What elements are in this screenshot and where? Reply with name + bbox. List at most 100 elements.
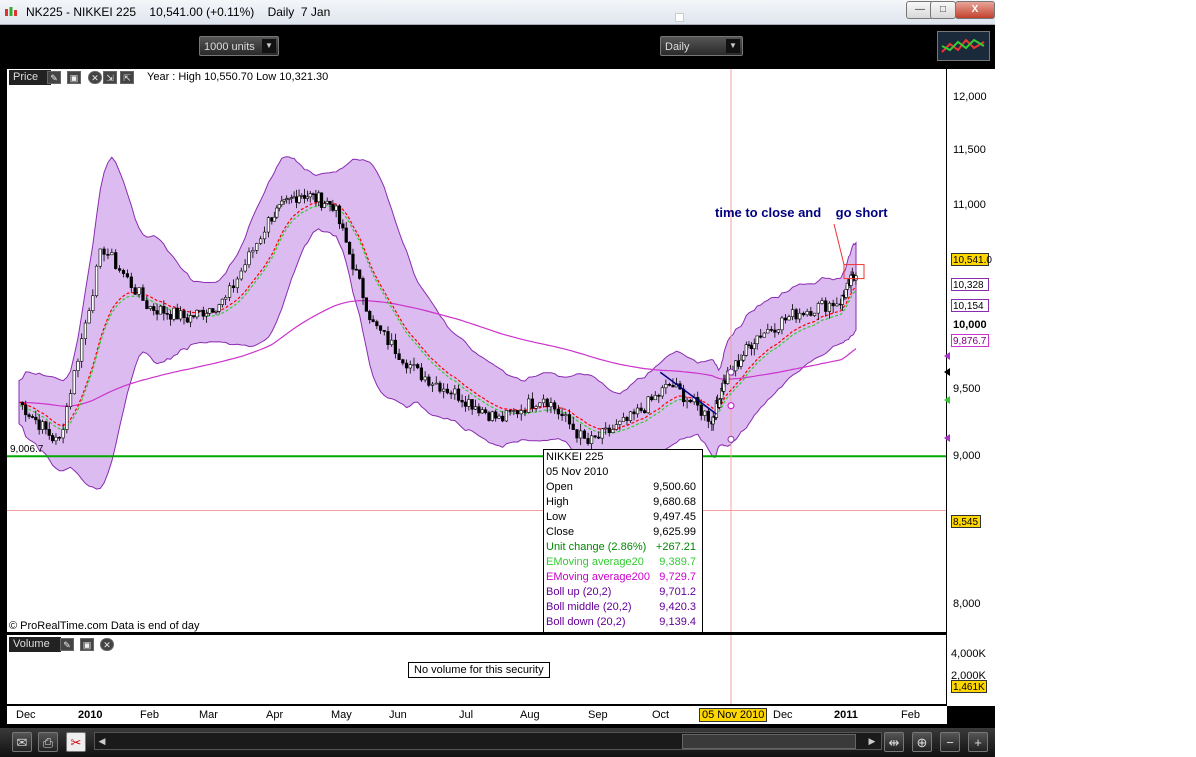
- candle-body: [427, 376, 431, 386]
- candle-body: [80, 338, 84, 362]
- maximize-button[interactable]: □: [930, 1, 956, 19]
- data-source: © ProRealTime.com Data is end of day: [9, 620, 200, 632]
- boll-up-tag: 10,328: [951, 278, 989, 291]
- tooltip-key: EMoving average20: [546, 556, 644, 568]
- scrollbar-thumb[interactable]: [682, 734, 856, 749]
- zoom-in-icon[interactable]: +: [968, 732, 988, 752]
- candle-body: [589, 435, 594, 444]
- candle-body: [224, 297, 228, 300]
- candle-body: [311, 193, 315, 196]
- candle-body: [231, 285, 236, 289]
- close-icon[interactable]: ✕: [100, 638, 114, 651]
- candle-body: [747, 344, 751, 346]
- candle-body: [460, 400, 464, 403]
- candle-body: [787, 316, 791, 321]
- candle-body: [593, 435, 597, 438]
- candle-body: [812, 312, 817, 316]
- print-icon[interactable]: ⎙: [38, 732, 58, 752]
- chart-type-button[interactable]: [937, 31, 990, 61]
- y-tick-label: 8,000: [953, 598, 981, 610]
- candle-body: [703, 410, 707, 416]
- candle-body: [625, 417, 629, 421]
- candle-body: [162, 305, 166, 314]
- chart-indicator-icon: [941, 38, 985, 53]
- zoom-region-icon[interactable]: ⊕: [912, 732, 932, 752]
- mail-icon[interactable]: ✉: [12, 732, 32, 752]
- price-panel[interactable]: [7, 69, 946, 632]
- candle-body: [553, 402, 557, 410]
- candle-body: [201, 309, 205, 317]
- window-icon[interactable]: ▣: [67, 71, 81, 84]
- candle-body: [597, 436, 601, 439]
- wrench-icon[interactable]: ✎: [47, 71, 61, 84]
- x-tick-label: Oct: [652, 709, 670, 721]
- candle-body: [54, 436, 58, 442]
- candle-body: [755, 335, 759, 345]
- drag-handle-icon[interactable]: [675, 13, 684, 22]
- candle-body: [272, 216, 276, 222]
- tooltip-key: Low: [546, 511, 567, 523]
- y-tick-label: 9,000: [953, 450, 981, 462]
- x-tick-label: Jul: [459, 709, 474, 721]
- x-tick-label: 2010: [78, 709, 103, 721]
- volume-value-tag: 1,461K: [951, 680, 987, 693]
- candle-body: [490, 411, 494, 421]
- candle-body: [344, 227, 348, 243]
- candle-body: [453, 388, 457, 395]
- candle-body: [831, 302, 835, 307]
- x-tick-label: Mar: [199, 709, 218, 721]
- scroll-right-icon[interactable]: ▶: [865, 733, 879, 749]
- scroll-left-icon[interactable]: ◀: [95, 733, 109, 749]
- candle-body: [211, 308, 215, 313]
- candle-body: [632, 411, 636, 415]
- tooltip-value: 9,139.4: [659, 616, 696, 628]
- candle-body: [317, 192, 321, 203]
- year-high-low: Year : High 10,550.70 Low 10,321.30: [147, 71, 329, 83]
- candle-body: [487, 412, 491, 421]
- candle-body: [723, 380, 727, 384]
- candle-body: [742, 355, 746, 361]
- candle-body: [560, 413, 564, 417]
- candle-body: [611, 429, 615, 433]
- candle-body: [195, 309, 199, 318]
- fit-icon[interactable]: ⇹: [884, 732, 904, 752]
- tooltip-row: EMoving average200 9,729.7: [546, 571, 698, 586]
- units-dropdown[interactable]: 1000 units ▼: [199, 36, 279, 56]
- window-icon[interactable]: ▣: [80, 638, 94, 651]
- candle-body: [297, 195, 301, 203]
- candle-body: [319, 192, 324, 208]
- candle-body: [671, 384, 675, 388]
- price-chart: [7, 69, 946, 632]
- annotation-pointer: [833, 223, 845, 265]
- candle-body: [305, 196, 310, 199]
- period-dropdown[interactable]: Daily ▼: [660, 36, 743, 56]
- tooltip-key: Boll middle (20,2): [546, 601, 632, 613]
- candle-body: [456, 388, 461, 401]
- candle-body: [579, 430, 583, 439]
- candle-body: [30, 416, 35, 418]
- candle-body: [375, 321, 379, 327]
- candle-body: [408, 364, 412, 369]
- scissors-icon[interactable]: ✂: [66, 732, 86, 752]
- candle-body: [235, 278, 239, 289]
- collapse-icon[interactable]: ⇲: [103, 71, 117, 84]
- candle-body: [83, 322, 88, 340]
- time-scrollbar[interactable]: ◀ ▶: [94, 732, 882, 750]
- wrench-icon[interactable]: ✎: [60, 638, 74, 651]
- candle-body: [251, 250, 255, 253]
- zoom-out-icon[interactable]: −: [940, 732, 960, 752]
- candle-body: [530, 398, 534, 409]
- candle-body: [639, 407, 643, 411]
- candle-body: [575, 429, 579, 439]
- candle-body: [776, 329, 781, 333]
- candle-body: [65, 406, 69, 430]
- x-tick-label: Sep: [588, 709, 608, 721]
- close-button[interactable]: X: [955, 1, 995, 19]
- expand-icon[interactable]: ⇱: [120, 71, 134, 84]
- candle-body: [91, 295, 95, 311]
- candle-body: [68, 393, 73, 407]
- no-volume-message: No volume for this security: [408, 662, 550, 678]
- close-icon[interactable]: ✕: [88, 71, 102, 84]
- candle-body: [192, 315, 196, 318]
- x-tick-label: Dec: [16, 709, 36, 721]
